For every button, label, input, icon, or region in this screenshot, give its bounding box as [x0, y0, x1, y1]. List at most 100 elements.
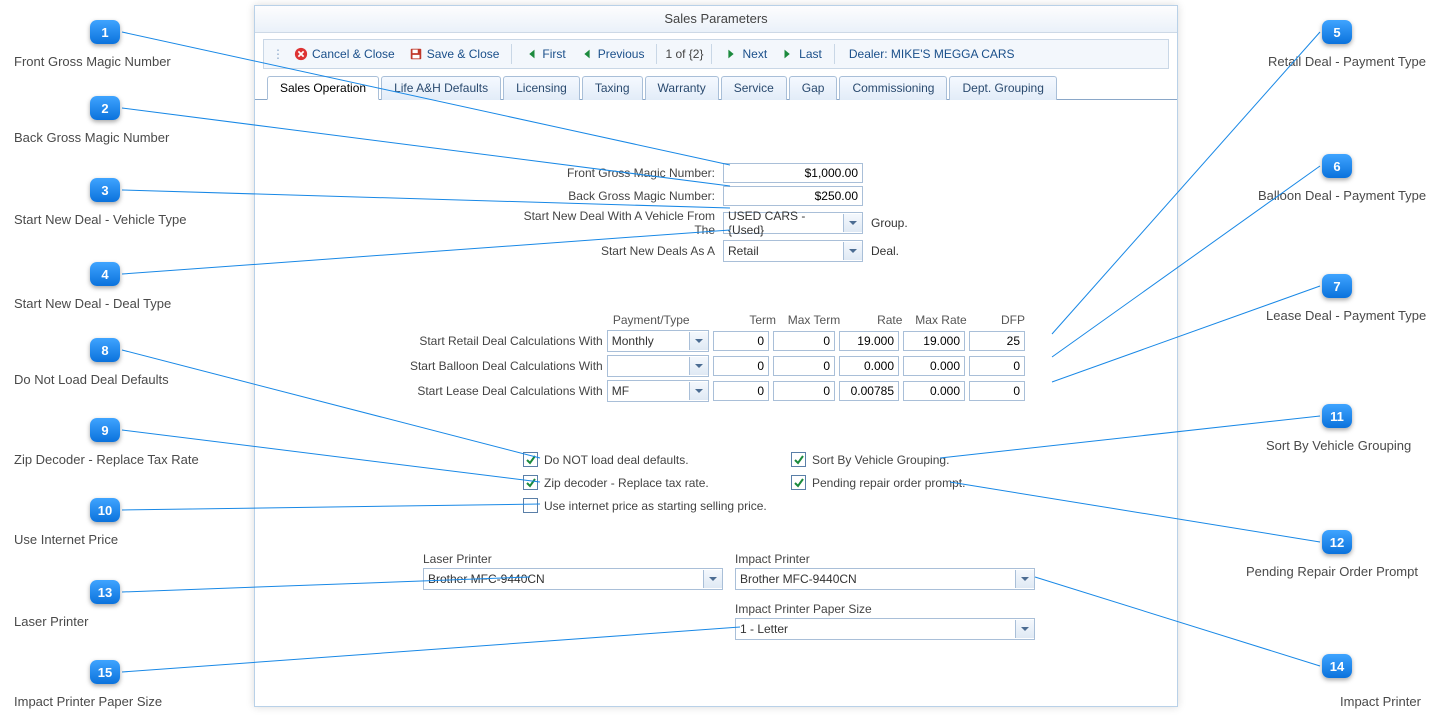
lease-payment-type-select[interactable]: MF — [607, 380, 709, 402]
checkbox-icon — [523, 452, 538, 467]
retail-rate-input[interactable] — [839, 331, 899, 351]
laser-printer-select[interactable]: Brother MFC-9440CN — [423, 568, 723, 590]
chevron-down-icon — [1015, 620, 1034, 638]
balloon-payment-type-select[interactable] — [607, 355, 709, 377]
retail-term-input[interactable] — [713, 331, 769, 351]
lease-maxrate-input[interactable] — [903, 381, 965, 401]
callout-3: Start New Deal - Vehicle Type — [14, 212, 186, 227]
callout-bubble-15: 15 — [90, 660, 120, 684]
callout-13: Laser Printer — [14, 614, 88, 629]
window-title: Sales Parameters — [255, 6, 1177, 33]
chevron-down-icon — [1015, 570, 1034, 588]
prev-icon — [580, 47, 594, 61]
lease-dfp-input[interactable] — [969, 381, 1025, 401]
tab-licensing[interactable]: Licensing — [503, 76, 580, 100]
retail-payment-type-select[interactable]: Monthly — [607, 330, 709, 352]
retail-maxrate-input[interactable] — [903, 331, 965, 351]
tab-life-ah-defaults[interactable]: Life A&H Defaults — [381, 76, 501, 100]
last-button[interactable]: Last — [777, 43, 826, 65]
balloon-maxrate-input[interactable] — [903, 356, 965, 376]
last-icon — [781, 47, 795, 61]
use-internet-price-checkbox[interactable]: Use internet price as starting selling p… — [523, 498, 767, 513]
checkbox-icon — [523, 475, 538, 490]
chevron-down-icon — [703, 570, 722, 588]
hdr-max-term: Max Term — [780, 313, 840, 327]
retail-maxterm-input[interactable] — [773, 331, 835, 351]
callout-4: Start New Deal - Deal Type — [14, 296, 171, 311]
next-icon — [724, 47, 738, 61]
hdr-dfp: DFP — [971, 313, 1025, 327]
save-icon — [409, 47, 423, 61]
callout-bubble-1: 1 — [90, 20, 120, 44]
callout-2: Back Gross Magic Number — [14, 130, 169, 145]
dealtype-label: Start New Deals As A — [515, 244, 715, 258]
calc-grid: Payment/Type Term Max Term Rate Max Rate… — [405, 310, 1025, 405]
vehicle-suffix: Group. — [871, 216, 908, 230]
tab-taxing[interactable]: Taxing — [582, 76, 643, 100]
callout-bubble-8: 8 — [90, 338, 120, 362]
balloon-term-input[interactable] — [713, 356, 769, 376]
front-gross-input[interactable] — [723, 163, 863, 183]
callout-5: Retail Deal - Payment Type — [1268, 54, 1426, 69]
sort-by-vehicle-grouping-checkbox[interactable]: Sort By Vehicle Grouping. — [791, 452, 965, 467]
tab-service[interactable]: Service — [721, 76, 787, 100]
callout-bubble-10: 10 — [90, 498, 120, 522]
balloon-rate-input[interactable] — [839, 356, 899, 376]
impact-paper-select[interactable]: 1 - Letter — [735, 618, 1035, 640]
tab-gap[interactable]: Gap — [789, 76, 838, 100]
dealtype-suffix: Deal. — [871, 244, 899, 258]
balloon-dfp-input[interactable] — [969, 356, 1025, 376]
back-gross-input[interactable] — [723, 186, 863, 206]
previous-button[interactable]: Previous — [576, 43, 649, 65]
do-not-load-defaults-checkbox[interactable]: Do NOT load deal defaults. — [523, 452, 767, 467]
sales-operation-panel: Front Gross Magic Number: Back Gross Mag… — [255, 100, 1177, 710]
callout-7: Lease Deal - Payment Type — [1266, 308, 1426, 323]
lease-maxterm-input[interactable] — [773, 381, 835, 401]
tab-strip: Sales Operation Life A&H Defaults Licens… — [255, 75, 1177, 100]
callout-10: Use Internet Price — [14, 532, 118, 547]
callout-15: Impact Printer Paper Size — [14, 694, 162, 709]
cancel-label: Cancel & Close — [312, 47, 395, 61]
lease-row-label: Start Lease Deal Calculations With — [405, 384, 603, 398]
tab-dept-grouping[interactable]: Dept. Grouping — [949, 76, 1056, 100]
retail-row-label: Start Retail Deal Calculations With — [405, 334, 603, 348]
callout-bubble-6: 6 — [1322, 154, 1352, 178]
dealer-label: Dealer: MIKE'S MEGGA CARS — [843, 47, 1021, 61]
lease-term-input[interactable] — [713, 381, 769, 401]
chevron-down-icon — [843, 242, 862, 260]
vehicle-from-select[interactable]: USED CARS - {Used} — [723, 212, 863, 234]
callout-bubble-5: 5 — [1322, 20, 1352, 44]
zip-decoder-checkbox[interactable]: Zip decoder - Replace tax rate. — [523, 475, 767, 490]
cancel-close-button[interactable]: Cancel & Close — [290, 43, 399, 65]
retail-dfp-input[interactable] — [969, 331, 1025, 351]
first-icon — [524, 47, 538, 61]
toolbar: ⋮ Cancel & Close Save & Close First Prev… — [263, 39, 1169, 69]
callout-bubble-2: 2 — [90, 96, 120, 120]
callout-8: Do Not Load Deal Defaults — [14, 372, 169, 387]
chevron-down-icon — [689, 357, 708, 375]
callout-bubble-11: 11 — [1322, 404, 1352, 428]
hdr-rate: Rate — [844, 313, 902, 327]
callout-bubble-13: 13 — [90, 580, 120, 604]
callout-bubble-9: 9 — [90, 418, 120, 442]
tab-warranty[interactable]: Warranty — [645, 76, 719, 100]
front-gross-label: Front Gross Magic Number: — [515, 166, 715, 180]
pending-repair-order-checkbox[interactable]: Pending repair order prompt. — [791, 475, 965, 490]
callout-1: Front Gross Magic Number — [14, 54, 171, 69]
vehicle-from-label: Start New Deal With A Vehicle From The — [515, 209, 715, 237]
next-button[interactable]: Next — [720, 43, 771, 65]
save-label: Save & Close — [427, 47, 500, 61]
save-close-button[interactable]: Save & Close — [405, 43, 504, 65]
checkbox-icon — [791, 452, 806, 467]
first-button[interactable]: First — [520, 43, 569, 65]
impact-printer-select[interactable]: Brother MFC-9440CN — [735, 568, 1035, 590]
callout-bubble-14: 14 — [1322, 654, 1352, 678]
hdr-max-rate: Max Rate — [906, 313, 966, 327]
tab-sales-operation[interactable]: Sales Operation — [267, 76, 379, 100]
tab-commissioning[interactable]: Commissioning — [839, 76, 947, 100]
hdr-term: Term — [722, 313, 776, 327]
callout-11: Sort By Vehicle Grouping — [1266, 438, 1411, 453]
lease-rate-input[interactable] — [839, 381, 899, 401]
balloon-maxterm-input[interactable] — [773, 356, 835, 376]
dealtype-select[interactable]: Retail — [723, 240, 863, 262]
